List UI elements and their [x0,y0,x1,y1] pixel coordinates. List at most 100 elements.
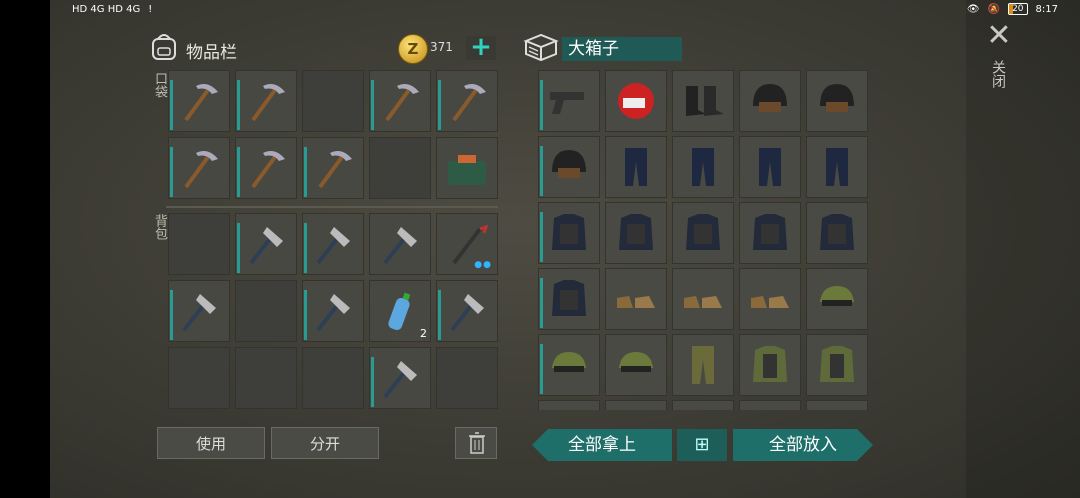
empty-slot[interactable] [672,400,734,410]
sort-button[interactable]: ⊞ [677,429,727,461]
slot-boots[interactable] [672,70,734,132]
slot-hatchet[interactable] [369,213,431,275]
slot-red-helmet[interactable] [605,70,667,132]
slot-explosive-kit[interactable] [436,137,498,199]
slot-police-vest[interactable] [806,202,868,264]
red-helmet-icon [618,83,654,119]
close-label[interactable]: 关闭 [988,60,1008,88]
slot-pickaxe[interactable] [168,70,230,132]
leather-shoes-icon [617,296,655,308]
slot-crowbar[interactable]: ●● [436,213,498,275]
hatchet-icon [182,294,216,332]
durability-bar [237,147,240,197]
slot-police-vest[interactable] [538,202,600,264]
slot-camo-jacket[interactable] [806,334,868,396]
durability-bar [438,290,441,340]
slot-hatchet[interactable] [302,213,364,275]
slot-police-pants[interactable] [605,136,667,198]
slot-pistol[interactable] [538,70,600,132]
pocket-grid [168,70,498,199]
slot-hatchet[interactable] [436,280,498,342]
slot-police-pants[interactable] [672,136,734,198]
durability-bar [170,147,173,197]
mod-dots: ●● [474,260,492,270]
pocket-label: 口袋 [152,72,167,98]
slot-camo-cap[interactable] [538,334,600,396]
slot-camo-jacket[interactable] [739,334,801,396]
slot-leather-shoes[interactable] [605,268,667,330]
empty-slot[interactable] [369,137,431,199]
explosive-kit-icon [448,155,486,185]
slot-water-bottle[interactable]: 2 [369,280,431,342]
use-button[interactable]: 使用 [157,427,265,459]
slot-pickaxe[interactable] [302,137,364,199]
leather-shoes-icon [684,296,722,308]
hatchet-icon [450,294,484,332]
empty-slot[interactable] [806,400,868,410]
police-pants-icon [759,148,781,186]
status-right: 👁 🔕 20 8:17 [967,0,1058,18]
slot-police-pants[interactable] [806,136,868,198]
item-quantity: 2 [420,327,427,340]
slot-police-helmet[interactable] [739,70,801,132]
slot-police-helmet[interactable] [806,70,868,132]
put-all-button[interactable]: 全部放入 [733,429,873,461]
pickaxe-icon [452,84,486,122]
slot-police-helmet[interactable] [538,136,600,198]
slot-pickaxe[interactable] [235,137,297,199]
durability-bar [170,290,173,340]
slot-pickaxe[interactable] [168,137,230,199]
trash-button[interactable] [455,427,497,459]
slot-leather-shoes[interactable] [739,268,801,330]
police-vest-icon [552,280,586,316]
slot-leather-shoes[interactable] [672,268,734,330]
slot-police-vest[interactable] [672,202,734,264]
police-helmet-icon [552,150,586,178]
split-button[interactable]: 分开 [271,427,379,459]
slot-police-vest[interactable] [605,202,667,264]
slot-ammo[interactable] [538,400,600,410]
empty-slot[interactable] [168,347,230,409]
empty-slot[interactable] [235,347,297,409]
empty-slot[interactable] [302,70,364,132]
empty-slot[interactable] [302,347,364,409]
pickaxe-icon [184,84,218,122]
slot-pickaxe[interactable] [436,70,498,132]
hatchet-icon [249,227,283,265]
hatchet-icon [383,227,417,265]
slot-pickaxe[interactable] [235,70,297,132]
durability-bar [438,80,441,130]
pickaxe-icon [318,151,352,189]
add-coins-button[interactable]: + [466,34,496,60]
slot-police-pants[interactable] [739,136,801,198]
camo-cap-icon [552,352,586,372]
close-icon[interactable]: ✕ [985,21,1013,51]
signal-text: HD 4G HD 4G [72,3,141,15]
durability-bar [371,80,374,130]
clock: 8:17 [1035,3,1058,15]
backpack-icon [152,34,176,60]
slot-hatchet[interactable] [168,280,230,342]
status-bar: HD 4G HD 4G ! 👁 🔕 20 8:17 [0,0,1080,18]
slot-police-vest[interactable] [538,268,600,330]
slot-hatchet[interactable] [235,213,297,275]
slot-police-vest[interactable] [739,202,801,264]
signal-indicators: HD 4G HD 4G ! [72,0,152,18]
slot-camo-pants[interactable] [672,334,734,396]
empty-slot[interactable] [235,280,297,342]
take-all-button[interactable]: 全部拿上 [532,429,672,461]
police-pants-icon [826,148,848,186]
slot-camo-cap[interactable] [806,268,868,330]
slot-hatchet[interactable] [369,347,431,409]
durability-bar [304,147,307,197]
empty-slot[interactable] [168,213,230,275]
durability-bar [540,344,543,394]
empty-slot[interactable] [739,400,801,410]
empty-slot[interactable] [605,400,667,410]
slot-hatchet[interactable] [302,280,364,342]
bell-off-icon: 🔕 [987,3,1001,15]
slot-pickaxe[interactable] [369,70,431,132]
slot-camo-cap[interactable] [605,334,667,396]
police-vest-icon [552,214,586,250]
empty-slot[interactable] [436,347,498,409]
